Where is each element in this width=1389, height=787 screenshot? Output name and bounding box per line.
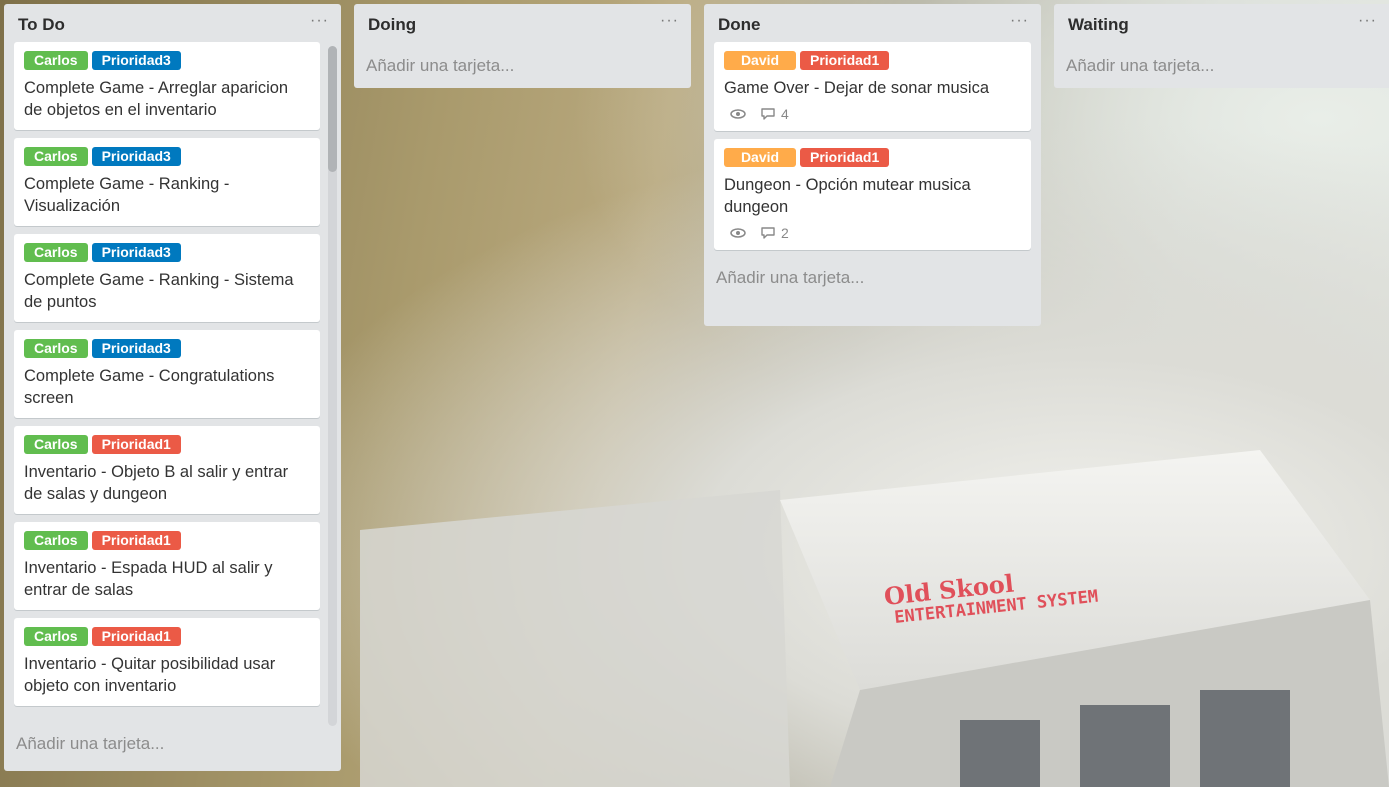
list-header: Doing ··· bbox=[354, 4, 691, 42]
card-title: Complete Game - Ranking - Visualización bbox=[24, 175, 230, 215]
label-member: Carlos bbox=[24, 627, 88, 646]
list-title[interactable]: Doing bbox=[368, 15, 416, 35]
list-header: Done ··· bbox=[704, 4, 1041, 42]
card-title: Inventario - Espada HUD al salir y entra… bbox=[24, 559, 273, 599]
card[interactable]: Carlos Prioridad3 Complete Game - Arregla… bbox=[14, 42, 320, 130]
comments-badge: 4 bbox=[760, 106, 789, 122]
label-priority: Prioridad3 bbox=[91, 243, 181, 262]
list-title[interactable]: To Do bbox=[18, 15, 65, 35]
list-doing: Doing ··· Añadir una tarjeta... bbox=[354, 4, 691, 88]
eye-icon bbox=[730, 228, 746, 238]
list-scrollbar[interactable] bbox=[328, 46, 337, 726]
card[interactable]: Carlos Prioridad1 Inventario - Espada HUD… bbox=[14, 522, 320, 610]
label-priority: Prioridad1 bbox=[91, 435, 181, 454]
list-header: To Do ··· bbox=[4, 4, 341, 42]
card-title: Dungeon - Opción mutear musica dungeon bbox=[724, 176, 971, 216]
card-title: Inventario - Objeto B al salir y entrar … bbox=[24, 463, 289, 503]
card[interactable]: David Prioridad1 Game Over - Dejar de son… bbox=[714, 42, 1031, 131]
eye-icon bbox=[730, 109, 746, 119]
label-member: Carlos bbox=[24, 147, 88, 166]
card-title: Inventario - Quitar posibilidad usar obj… bbox=[24, 655, 276, 695]
background-console-image: Old Skool ENTERTAINMENT SYSTEM bbox=[360, 450, 1389, 787]
list-todo: To Do ··· Carlos Prioridad3 Complete Game… bbox=[4, 4, 341, 771]
label-priority: Prioridad1 bbox=[800, 148, 890, 167]
comment-count: 4 bbox=[781, 106, 789, 122]
card[interactable]: Carlos Prioridad1 Inventario - Quitar pos… bbox=[14, 618, 320, 706]
console-logo-line1: Old Skool bbox=[883, 569, 1016, 611]
card-list: Carlos Prioridad3 Complete Game - Arregla… bbox=[4, 42, 341, 724]
scrollbar-thumb[interactable] bbox=[328, 46, 337, 172]
card-title: Complete Game - Ranking - Sistema de pun… bbox=[24, 271, 294, 311]
label-member: Carlos bbox=[24, 339, 88, 358]
list-menu-button[interactable]: ··· bbox=[1010, 12, 1029, 30]
add-card-button[interactable]: Añadir una tarjeta... bbox=[704, 258, 1041, 298]
card-title: Complete Game - Arreglar aparicion de ob… bbox=[24, 79, 289, 119]
card-badges: 4 bbox=[730, 106, 1021, 122]
comment-icon bbox=[761, 227, 775, 239]
add-card-button[interactable]: Añadir una tarjeta... bbox=[354, 42, 691, 86]
comment-icon bbox=[761, 108, 775, 120]
card-title: Game Over - Dejar de sonar musica bbox=[724, 79, 990, 97]
list-header: Waiting ··· bbox=[1054, 4, 1389, 42]
list-title[interactable]: Waiting bbox=[1068, 15, 1129, 35]
label-priority: Prioridad3 bbox=[91, 339, 181, 358]
label-priority: Prioridad1 bbox=[800, 51, 890, 70]
card-list: David Prioridad1 Game Over - Dejar de son… bbox=[704, 42, 1041, 250]
list-menu-button[interactable]: ··· bbox=[310, 12, 329, 30]
label-member: David bbox=[724, 148, 796, 167]
label-member: Carlos bbox=[24, 435, 88, 454]
add-card-button[interactable]: Añadir una tarjeta... bbox=[1054, 42, 1389, 86]
list-waiting: Waiting ··· Añadir una tarjeta... bbox=[1054, 4, 1389, 88]
label-member: Carlos bbox=[24, 531, 88, 550]
card[interactable]: David Prioridad1 Dungeon - Opción mutear … bbox=[714, 139, 1031, 250]
card[interactable]: Carlos Prioridad3 Complete Game - Congrat… bbox=[14, 330, 320, 418]
list-title[interactable]: Done bbox=[718, 15, 761, 35]
comment-count: 2 bbox=[781, 225, 789, 241]
list-menu-button[interactable]: ··· bbox=[1358, 12, 1377, 30]
label-priority: Prioridad1 bbox=[91, 531, 181, 550]
card-badges: 2 bbox=[730, 225, 1021, 241]
card[interactable]: Carlos Prioridad3 Complete Game - Ranking… bbox=[14, 138, 320, 226]
label-member: Carlos bbox=[24, 243, 88, 262]
card-title: Complete Game - Congratulations screen bbox=[24, 367, 275, 407]
label-member: David bbox=[724, 51, 796, 70]
card[interactable]: Carlos Prioridad3 Complete Game - Ranking… bbox=[14, 234, 320, 322]
console-logo-line2: ENTERTAINMENT SYSTEM bbox=[893, 587, 1099, 628]
label-priority: Prioridad3 bbox=[91, 51, 181, 70]
label-member: Carlos bbox=[24, 51, 88, 70]
list-menu-button[interactable]: ··· bbox=[660, 12, 679, 30]
list-done: Done ··· David Prioridad1 Game Over - Dej… bbox=[704, 4, 1041, 326]
card[interactable]: Carlos Prioridad1 Inventario - Objeto B a… bbox=[14, 426, 320, 514]
label-priority: Prioridad3 bbox=[91, 147, 181, 166]
add-card-button[interactable]: Añadir una tarjeta... bbox=[4, 724, 341, 764]
comments-badge: 2 bbox=[760, 225, 789, 241]
label-priority: Prioridad1 bbox=[91, 627, 181, 646]
